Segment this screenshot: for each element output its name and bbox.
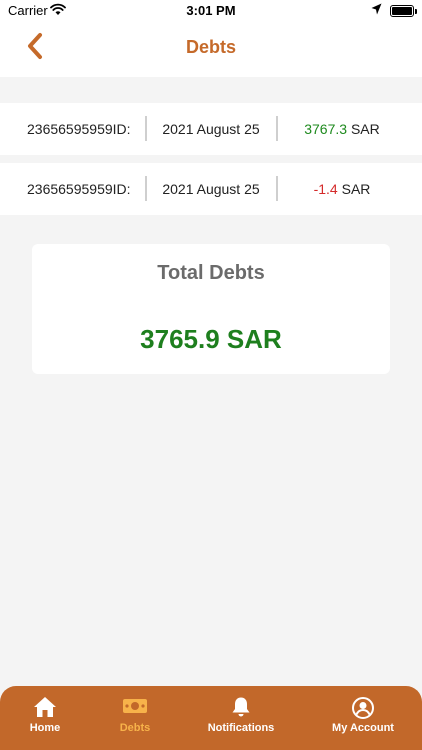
total-debts-card: Total Debts 3765.9 SAR: [32, 244, 390, 374]
total-debts-value: 3765.9 SAR: [140, 324, 282, 354]
debt-row[interactable]: 23656595959ID: 2021 August 25 -1.4 SAR: [0, 163, 422, 215]
battery-tip: [415, 9, 417, 14]
money-icon: [85, 696, 185, 720]
tab-notifications-label: Notifications: [207, 722, 275, 734]
status-bar: Carrier 3:01 PM: [0, 0, 422, 22]
tab-my-account-label: My Account: [332, 722, 394, 734]
total-debts-title: Total Debts: [157, 262, 265, 284]
debt-date: 2021 August 25: [162, 181, 260, 197]
tab-debts-label: Debts: [119, 722, 151, 734]
tab-home-label: Home: [29, 722, 61, 734]
debt-row[interactable]: 23656595959ID: 2021 August 25 3767.3 SAR: [0, 103, 422, 155]
app-header: Debts: [0, 22, 422, 77]
debt-id: 23656595959ID:: [27, 181, 131, 197]
debt-id: 23656595959ID:: [27, 121, 131, 137]
debt-currency: SAR: [341, 181, 371, 197]
battery-icon: [390, 5, 414, 17]
debt-currency: SAR: [350, 121, 380, 137]
location-arrow-icon: [371, 3, 382, 18]
debt-amount-cell: -1.4 SAR: [277, 163, 407, 215]
tab-my-account[interactable]: My Account: [313, 686, 413, 750]
debt-amount-cell: 3767.3 SAR: [277, 103, 407, 155]
tab-debts[interactable]: Debts: [85, 686, 185, 750]
tab-notifications[interactable]: Notifications: [191, 686, 291, 750]
tab-home[interactable]: Home: [0, 686, 95, 750]
home-icon: [0, 696, 95, 720]
user-circle-icon: [313, 696, 413, 720]
bottom-tab-bar: Home Debts Notifications My Account: [0, 686, 422, 750]
debt-date: 2021 August 25: [162, 121, 260, 137]
debt-amount: -1.4: [313, 181, 338, 197]
page-title: Debts: [185, 37, 236, 57]
status-time: 3:01 PM: [186, 3, 236, 18]
debt-amount: 3767.3: [304, 121, 348, 137]
bell-icon: [191, 696, 291, 720]
